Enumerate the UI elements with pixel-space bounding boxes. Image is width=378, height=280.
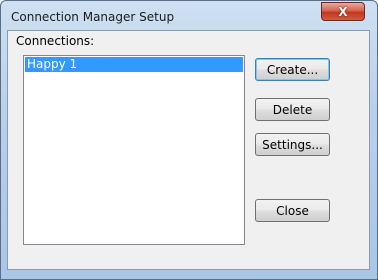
window-title: Connection Manager Setup: [11, 10, 175, 24]
list-item[interactable]: Happy 1: [25, 57, 243, 72]
close-window-button[interactable]: X: [321, 2, 365, 21]
close-button[interactable]: Close: [255, 199, 330, 222]
connections-label: Connections:: [16, 34, 95, 48]
title-bar[interactable]: Connection Manager Setup X: [1, 1, 377, 31]
settings-button[interactable]: Settings...: [255, 133, 330, 156]
connections-listbox[interactable]: Happy 1: [23, 55, 245, 245]
close-icon: X: [338, 4, 348, 19]
delete-button[interactable]: Delete: [255, 98, 330, 121]
create-button[interactable]: Create...: [255, 58, 330, 81]
list-item-label: Happy 1: [27, 57, 78, 71]
